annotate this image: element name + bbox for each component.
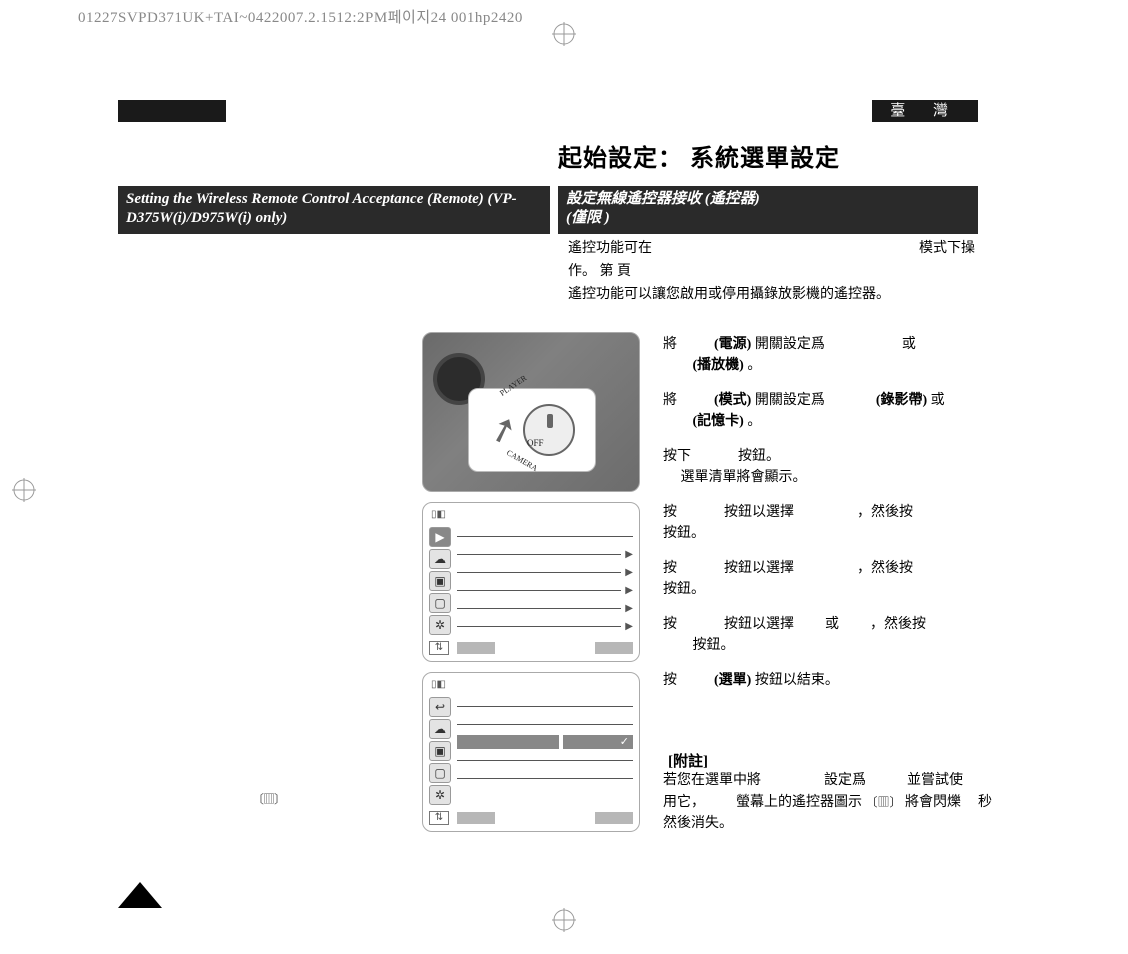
illustration-column: ➚ PLAYER OFF CAMERA ▯◧ ▶ ☁ ▣ ▢ ✲	[422, 332, 640, 842]
menu-icon-back: ↩	[429, 697, 451, 717]
remote-icon-inline: 〔▥〕	[866, 793, 902, 812]
file-stamp: 01227SVPD371UK+TAI~0422007.2.1512:2PM페이지…	[78, 6, 523, 27]
menu-icon-gear: ✲	[429, 785, 451, 805]
intro-l1a: 遙控功能可在	[568, 241, 652, 256]
check-icon: ✓	[563, 735, 633, 749]
s4c: ，然後按	[857, 505, 913, 520]
menu-icon-tape: ▣	[429, 571, 451, 591]
camcorder-icon: ▯◧	[431, 509, 446, 523]
step-1: 將 (電源) 開關設定爲 或 (播放機) 。	[663, 334, 993, 376]
menu-footer-box	[595, 812, 633, 824]
menu-arrow-icon: ▶	[625, 567, 633, 578]
s2g: 。	[747, 414, 761, 429]
intro-l1b: 模式下操	[919, 241, 975, 256]
menu-footer-box	[457, 642, 495, 654]
menu-icon-tape: ▣	[429, 741, 451, 761]
updown-icon: ⇅	[429, 811, 449, 825]
label-off: OFF	[527, 438, 544, 448]
s3a: 按下	[663, 449, 691, 464]
intro-text: 遙控功能可在 模式下操 作。 第 頁 遙控功能可以讓您啟用或停用攝錄放影機的遙控…	[568, 238, 978, 307]
s1e: (播放機)	[693, 358, 744, 373]
step-5: 按 按鈕以選擇 ，然後按 按鈕。	[663, 558, 993, 600]
step-2: 將 (模式) 開關設定爲 (錄影帶) 或 (記憶卡) 。	[663, 390, 993, 432]
s2b: (模式)	[714, 393, 751, 408]
s1d: 或	[902, 337, 916, 352]
page-end-triangle-icon	[118, 882, 162, 908]
n1c: 並嘗試使	[907, 773, 963, 788]
lang-chinese-tab: 臺 灣	[872, 100, 978, 122]
s1f: 。	[747, 358, 761, 373]
note-heading: [附註]	[668, 750, 708, 771]
s4a: 按	[663, 505, 677, 520]
power-dial	[523, 404, 575, 456]
menu-arrow-icon: ▶	[625, 621, 633, 632]
step-3: 按下 按鈕。 選單清單將會顯示。	[663, 446, 993, 488]
camcorder-icon: ▯◧	[431, 679, 446, 693]
s7c: 按鈕以結束。	[755, 673, 839, 688]
subheading-zh-l1: 設定無線遙控器接收 (遙控器)	[566, 191, 760, 207]
menu-footer-box	[595, 642, 633, 654]
menu-icon-camera: ▶	[429, 527, 451, 547]
illus-camera-power: ➚ PLAYER OFF CAMERA	[422, 332, 640, 492]
n1a: 若您在選單中將	[663, 773, 761, 788]
s1a: 將	[663, 337, 677, 352]
menu-arrow-icon: ▶	[625, 585, 633, 596]
n3: 然後消失。	[663, 816, 733, 831]
step-6: 按 按鈕以選擇 或 ，然後按 按鈕。	[663, 614, 993, 656]
subheading-en: Setting the Wireless Remote Control Acce…	[118, 186, 550, 234]
power-dial-panel: ➚	[468, 388, 596, 472]
menu-highlight-row	[457, 735, 559, 749]
illus-menu-screen-2: ▯◧ ↩ ☁ ▣ ▢ ✲ ✓	[422, 672, 640, 832]
s7a: 按	[663, 673, 677, 688]
menu-footer-box	[457, 812, 495, 824]
menu-icon-tv: ▢	[429, 593, 451, 613]
menu-icon-cloud: ☁	[429, 549, 451, 569]
n2d: 秒	[978, 795, 992, 810]
subheading-zh: 設定無線遙控器接收 (遙控器) (僅限 )	[558, 186, 978, 234]
s2f: (記憶卡)	[693, 414, 744, 429]
s6e: 按鈕。	[693, 638, 735, 653]
menu-arrow-icon: ▶	[625, 603, 633, 614]
s2d: (錄影帶)	[876, 393, 927, 408]
updown-icon: ⇅	[429, 641, 449, 655]
s1c: 開關設定爲	[755, 337, 825, 352]
s6c: 或	[825, 617, 839, 632]
intro-l3: 遙控功能可以讓您啟用或停用攝錄放影機的遙控器。	[568, 284, 978, 305]
menu-icon-tv: ▢	[429, 763, 451, 783]
menu-icon-cloud: ☁	[429, 719, 451, 739]
menu-icon-gear: ✲	[429, 615, 451, 635]
step-4: 按 按鈕以選擇 ，然後按 按鈕。	[663, 502, 993, 544]
menu-arrow-icon: ▶	[625, 549, 633, 560]
note-body: 若您在選單中將 設定爲 並嘗試使 用它， 螢幕上的遙控器圖示 〔▥〕 將會閃爍 …	[663, 770, 993, 835]
s2c: 開關設定爲	[755, 393, 825, 408]
s5d: 按鈕。	[663, 582, 705, 597]
page-title-zh: 起始設定： 系統選單設定	[558, 138, 840, 173]
n1b: 設定爲	[824, 773, 866, 788]
intro-l2: 作。 第 頁	[568, 261, 978, 282]
illus-menu-screen-1: ▯◧ ▶ ☁ ▣ ▢ ✲ ▶ ▶ ▶ ▶ ▶	[422, 502, 640, 662]
s6a: 按	[663, 617, 677, 632]
remote-icon: 〔▥〕	[252, 790, 285, 807]
s5c: ，然後按	[857, 561, 913, 576]
s3b: 按鈕。	[738, 449, 780, 464]
steps-list: 將 (電源) 開關設定爲 或 (播放機) 。 將 (模式) 開關設定爲 (錄影帶…	[663, 334, 993, 705]
rotate-arrow-icon: ➚	[483, 407, 522, 454]
step-7: 按 (選單) 按鈕以結束。	[663, 670, 993, 691]
s3c: 選單清單將會顯示。	[681, 470, 807, 485]
subheading-zh-l2: (僅限 )	[566, 210, 610, 226]
s5b: 按鈕以選擇	[724, 561, 794, 576]
s6b: 按鈕以選擇	[724, 617, 794, 632]
s2a: 將	[663, 393, 677, 408]
s1b: (電源)	[714, 337, 751, 352]
n2c: 將會閃爍	[905, 795, 961, 810]
n2a: 用它，	[663, 795, 705, 810]
n2b: 螢幕上的遙控器圖示	[736, 795, 862, 810]
s4d: 按鈕。	[663, 526, 705, 541]
s4b: 按鈕以選擇	[724, 505, 794, 520]
s6d: ，然後按	[870, 617, 926, 632]
s2e: 或	[931, 393, 945, 408]
s5a: 按	[663, 561, 677, 576]
lang-english-tab	[118, 100, 226, 122]
s7b: (選單)	[714, 673, 751, 688]
